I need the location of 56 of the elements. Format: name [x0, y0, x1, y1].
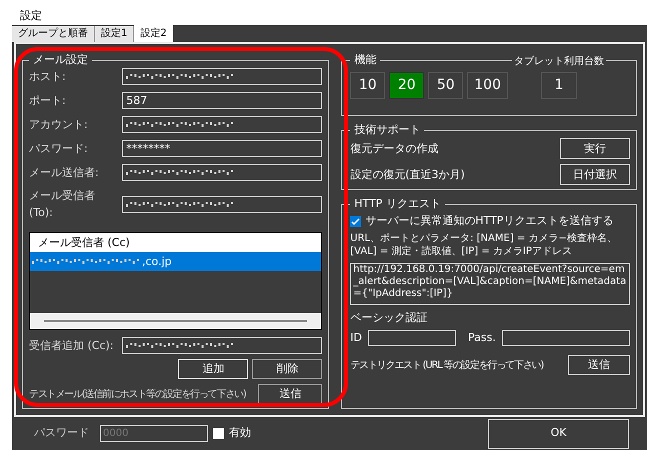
url-field[interactable]: http://192.168.0.19:7000/api/createEvent?source=em_alert&description=[VAL]&caption=[NAME]&metadata={"IpAddress":[IP]} [350, 263, 630, 306]
group-title: HTTP リクエスト [353, 196, 442, 212]
send-button[interactable]: 送信 [568, 355, 630, 376]
cc-list[interactable]: メール受信者 (Cc) ,co.jp [29, 232, 322, 330]
input-field[interactable] [122, 196, 322, 214]
field-label: メール受信者 (To): [29, 188, 96, 221]
option-button[interactable]: 50 [428, 72, 464, 100]
field-label: メール送信者: [29, 164, 99, 181]
group-title: メール設定 [32, 52, 89, 68]
checkbox-label: 有効 [229, 425, 251, 442]
field-label: パスワード [34, 425, 89, 442]
test-label: テストリクエスト (URL 等の設定を行って下さい) [350, 358, 544, 373]
scrollbar[interactable] [30, 313, 322, 330]
row-label: 復元データの作成 [350, 140, 438, 157]
input-field[interactable] [122, 164, 322, 182]
group-title: 機能 [353, 52, 378, 68]
option-button[interactable]: 10 [350, 72, 386, 100]
input-field[interactable] [122, 116, 322, 134]
button[interactable]: 削除 [252, 359, 322, 380]
field-label: ポート: [29, 92, 66, 109]
ok-button[interactable]: OK [488, 418, 629, 449]
field-label: ホスト: [29, 68, 66, 85]
option-button[interactable]: 100 [467, 72, 508, 100]
section-label: ベーシック認証 [350, 310, 428, 326]
pass-field[interactable] [502, 330, 630, 346]
field-label: アカウント: [29, 116, 88, 133]
list-item[interactable]: ,co.jp [30, 252, 322, 272]
id-field[interactable] [368, 330, 456, 346]
input-field[interactable]: ******** [122, 140, 322, 158]
list-header: メール受信者 (Cc) [30, 233, 322, 252]
help-text: URL、ポートとパラメータ: [NAME] = カメラ−検査枠名、[VAL] = 測定・読取値、[IP] = カメラIPアドレス [350, 232, 618, 258]
input-field[interactable] [122, 337, 322, 354]
tab[interactable]: 設定2 [134, 24, 173, 42]
test-label: テストメール(送信前にホスト等の設定を行って下さい) [29, 388, 246, 402]
field-label: Pass. [468, 330, 496, 346]
button[interactable]: 実行 [560, 138, 630, 160]
field-label: 受信者追加 (Cc): [29, 338, 114, 354]
input-field[interactable]: 587 [122, 92, 322, 110]
field-label: ID [350, 330, 362, 346]
row-label: 設定の復元(直近3か月) [350, 166, 465, 183]
group-title: 技術サポート [353, 122, 422, 138]
option-button[interactable]: 20 [389, 72, 424, 100]
input-field[interactable] [122, 68, 322, 86]
tab[interactable]: 設定1 [95, 26, 134, 42]
password-field[interactable]: 0000 [100, 425, 208, 442]
tab[interactable]: グループと順番 [12, 26, 95, 42]
checkbox[interactable] [213, 428, 224, 440]
button[interactable]: 追加 [178, 359, 248, 380]
count-button[interactable]: 1 [541, 72, 577, 100]
checkbox-label: サーバーに異常通知のHTTPリクエストを送信する [365, 212, 614, 229]
send-button[interactable]: 送信 [258, 384, 322, 404]
window-title: 設定 [20, 8, 42, 24]
button[interactable]: 日付選択 [560, 164, 630, 186]
checkbox[interactable] [350, 216, 362, 227]
field-label: パスワード: [29, 140, 88, 157]
redacted-text-icon [32, 258, 142, 266]
